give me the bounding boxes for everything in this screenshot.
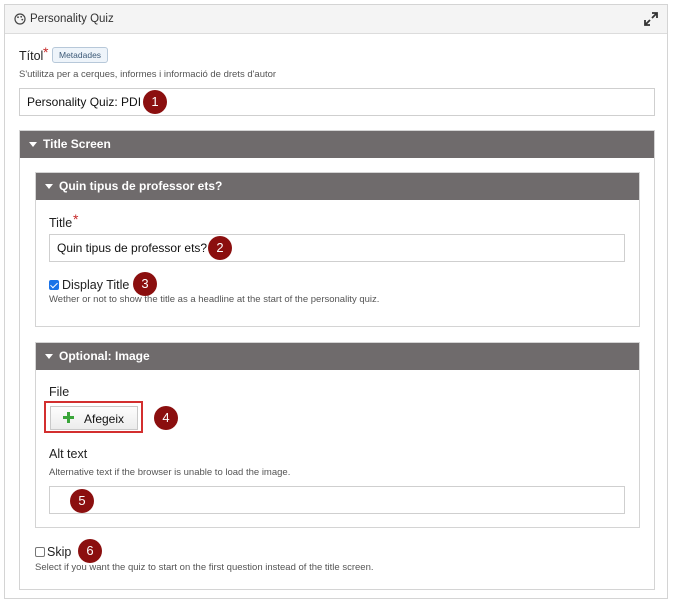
file-label: File xyxy=(49,385,70,399)
title-label: Title xyxy=(49,216,73,230)
question-title-header[interactable]: Quin tipus de professor ets? xyxy=(36,173,639,200)
title-screen-header-label: Title Screen xyxy=(43,137,111,151)
window-title: Personality Quiz xyxy=(30,13,114,25)
plus-icon xyxy=(63,412,74,423)
window-titlebar: Personality Quiz xyxy=(5,5,667,34)
add-file-button[interactable]: Afegeix xyxy=(50,406,138,430)
add-file-button-label: Afegeix xyxy=(84,412,125,426)
titol-help-text: S'utilitza per a cerques, informes i inf… xyxy=(19,69,277,80)
callout-marker-3: 3 xyxy=(133,272,157,296)
skip-label[interactable]: Skip xyxy=(47,545,71,559)
optional-image-header[interactable]: Optional: Image xyxy=(36,343,639,370)
display-title-help-text: Wether or not to show the title as a hea… xyxy=(49,294,380,305)
expand-arrows-icon[interactable] xyxy=(643,11,659,27)
titol-label: Títol xyxy=(19,49,44,63)
metadata-badge[interactable]: Metadades xyxy=(52,47,109,63)
callout-marker-1: 1 xyxy=(143,90,167,114)
titol-input[interactable]: Personality Quiz: PDI xyxy=(19,88,655,116)
titol-required-mark: * xyxy=(43,44,49,60)
callout-marker-4: 4 xyxy=(154,406,178,430)
optional-image-header-label: Optional: Image xyxy=(59,349,150,363)
display-title-checkbox[interactable] xyxy=(49,280,59,290)
skip-help-text: Select if you want the quiz to start on … xyxy=(35,562,374,573)
palette-icon xyxy=(14,13,26,25)
title-screen-header[interactable]: Title Screen xyxy=(20,131,654,158)
callout-marker-2: 2 xyxy=(208,236,232,260)
alt-text-label: Alt text xyxy=(49,447,88,461)
caret-down-icon xyxy=(45,184,53,189)
question-title-header-label: Quin tipus de professor ets? xyxy=(59,179,223,193)
title-input[interactable]: Quin tipus de professor ets? xyxy=(49,234,625,262)
title-required-mark: * xyxy=(73,211,79,227)
callout-marker-6: 6 xyxy=(78,539,102,563)
caret-down-icon xyxy=(29,142,37,147)
alt-text-input[interactable] xyxy=(49,486,625,514)
display-title-label[interactable]: Display Title xyxy=(62,278,129,292)
callout-marker-5: 5 xyxy=(70,489,94,513)
skip-checkbox[interactable] xyxy=(35,547,45,557)
alt-text-help-text: Alternative text if the browser is unabl… xyxy=(49,467,291,478)
caret-down-icon xyxy=(45,354,53,359)
